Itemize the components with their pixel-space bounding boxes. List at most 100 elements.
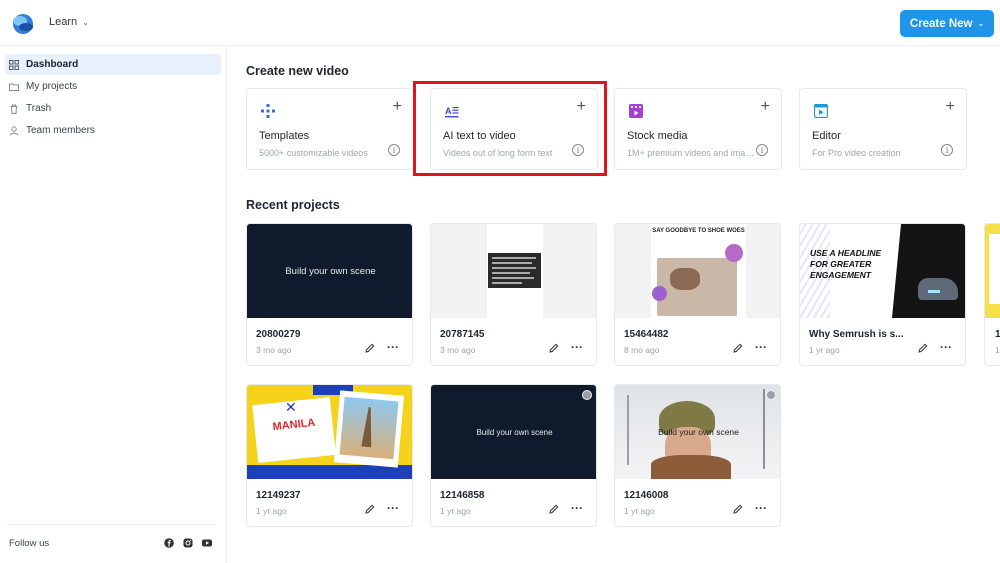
project-thumbnail: Build your own scene — [615, 385, 780, 479]
project-card[interactable]: SAY GOODBYE TO SHOE WOES 15464482 8 mo a… — [614, 223, 781, 366]
project-name: 12146008 — [624, 490, 669, 501]
follow-us-label: Follow us — [9, 538, 50, 549]
plus-icon[interactable]: + — [393, 99, 402, 115]
project-thumbnail — [431, 224, 596, 318]
thumbnail-text: Build your own scene — [431, 385, 596, 479]
thumbnail-text: Build your own scene — [247, 224, 412, 318]
card-title: Templates — [259, 130, 310, 142]
create-new-video-title: Create new video — [246, 64, 349, 78]
pencil-icon[interactable] — [733, 504, 743, 514]
project-date: 3 mo ago — [440, 345, 476, 355]
project-card[interactable]: MANILA ✕ 12149237 1 yr ago ··· — [246, 384, 413, 527]
more-options-icon[interactable]: ··· — [755, 501, 767, 515]
youtube-icon[interactable] — [202, 538, 212, 548]
recent-projects-title: Recent projects — [246, 198, 340, 212]
project-name: 12 — [995, 329, 1000, 340]
project-date: 1 yr ago — [256, 506, 287, 516]
ai-text-to-video-card[interactable]: A + AI text to video Videos out of long … — [430, 88, 598, 170]
project-name: Why Semrush is s... — [809, 329, 904, 340]
social-links — [164, 538, 212, 548]
editor-icon — [814, 104, 828, 118]
info-icon[interactable]: i — [388, 144, 400, 156]
plus-icon[interactable]: + — [946, 99, 955, 115]
templates-icon — [261, 104, 275, 118]
folder-icon — [9, 82, 19, 92]
pencil-icon[interactable] — [733, 343, 743, 353]
more-options-icon[interactable]: ··· — [571, 340, 583, 354]
sidebar-item-dashboard[interactable]: Dashboard — [5, 54, 221, 75]
templates-card[interactable]: + Templates 5000+ customizable videos i — [246, 88, 414, 170]
card-subtitle: 1M+ premium videos and images — [627, 148, 755, 158]
project-name: 20787145 — [440, 329, 485, 340]
project-thumbnail: SAY GOODBYE TO SHOE WOES — [615, 224, 780, 318]
project-card-partial[interactable]: 12 1 — [984, 223, 1000, 366]
user-icon — [9, 125, 19, 136]
pencil-icon[interactable] — [365, 343, 375, 353]
info-icon[interactable]: i — [941, 144, 953, 156]
project-name: 15464482 — [624, 329, 669, 340]
svg-text:A: A — [445, 106, 452, 116]
chevron-down-icon: ⌄ — [82, 17, 89, 27]
more-options-icon[interactable]: ··· — [387, 340, 399, 354]
project-thumbnail: Build your own scene — [431, 385, 596, 479]
project-date: 1 yr ago — [440, 506, 471, 516]
info-icon[interactable]: i — [572, 144, 584, 156]
project-thumbnail — [985, 224, 1000, 318]
project-name: 20800279 — [256, 329, 301, 340]
pencil-icon[interactable] — [918, 343, 928, 353]
pencil-icon[interactable] — [365, 504, 375, 514]
project-card[interactable]: USE A HEADLINE FOR GREATER ENGAGEMENT Wh… — [799, 223, 966, 366]
stock-media-card[interactable]: + Stock media 1M+ premium videos and ima… — [614, 88, 782, 170]
sidebar-item-label: Trash — [26, 103, 52, 114]
sidebar-item-team-members[interactable]: Team members — [5, 120, 221, 141]
project-date: 1 yr ago — [809, 345, 840, 355]
status-badge — [582, 390, 592, 400]
project-date: 1 yr ago — [624, 506, 655, 516]
pencil-icon[interactable] — [549, 504, 559, 514]
card-subtitle: 5000+ customizable videos — [259, 148, 368, 158]
card-subtitle: For Pro video creation — [812, 148, 901, 158]
sidebar-item-trash[interactable]: Trash — [5, 98, 221, 119]
card-title: Editor — [812, 130, 841, 142]
pencil-icon[interactable] — [549, 343, 559, 353]
facebook-icon[interactable] — [164, 538, 174, 548]
more-options-icon[interactable]: ··· — [387, 501, 399, 515]
trash-icon — [9, 104, 19, 114]
plus-icon[interactable]: + — [761, 99, 770, 115]
project-card[interactable]: Build your own scene 12146858 1 yr ago ·… — [430, 384, 597, 527]
more-options-icon[interactable]: ··· — [755, 340, 767, 354]
status-badge — [766, 390, 776, 400]
sidebar: Dashboard My projects Trash Team members… — [0, 46, 227, 563]
project-thumbnail: MANILA ✕ — [247, 385, 412, 479]
project-thumbnail: USE A HEADLINE FOR GREATER ENGAGEMENT — [800, 224, 965, 318]
create-new-button[interactable]: Create New ⌄ — [900, 10, 994, 37]
project-name: 12146858 — [440, 490, 485, 501]
more-options-icon[interactable]: ··· — [940, 340, 952, 354]
editor-card[interactable]: + Editor For Pro video creation i — [799, 88, 967, 170]
project-card[interactable]: Build your own scene 12146008 1 yr ago ·… — [614, 384, 781, 527]
thumbnail-text: SAY GOODBYE TO SHOE WOES — [652, 228, 745, 234]
card-title: Stock media — [627, 130, 688, 142]
stock-media-icon — [629, 104, 643, 118]
project-name: 12149237 — [256, 490, 301, 501]
instagram-icon[interactable] — [183, 538, 193, 548]
project-card[interactable]: 20787145 3 mo ago ··· — [430, 223, 597, 366]
thumbnail-text: USE A HEADLINE FOR GREATER ENGAGEMENT — [810, 248, 882, 280]
project-card[interactable]: Build your own scene 20800279 3 mo ago ·… — [246, 223, 413, 366]
grid-icon — [9, 59, 19, 70]
top-bar: Learn ⌄ Create New ⌄ — [0, 0, 1000, 46]
divider — [7, 524, 216, 525]
sidebar-item-my-projects[interactable]: My projects — [5, 76, 221, 97]
plus-icon[interactable]: + — [577, 99, 586, 115]
create-new-label: Create New — [909, 17, 973, 30]
learn-menu[interactable]: Learn ⌄ — [49, 16, 89, 28]
card-subtitle: Videos out of long form text — [443, 148, 553, 158]
sidebar-item-label: Dashboard — [26, 59, 79, 70]
sidebar-item-label: My projects — [26, 81, 78, 92]
project-date: 8 mo ago — [624, 345, 660, 355]
chevron-down-icon: ⌄ — [977, 19, 985, 28]
thumbnail-text: Build your own scene — [658, 427, 739, 437]
more-options-icon[interactable]: ··· — [571, 501, 583, 515]
app-logo-icon[interactable] — [11, 12, 35, 36]
info-icon[interactable]: i — [756, 144, 768, 156]
